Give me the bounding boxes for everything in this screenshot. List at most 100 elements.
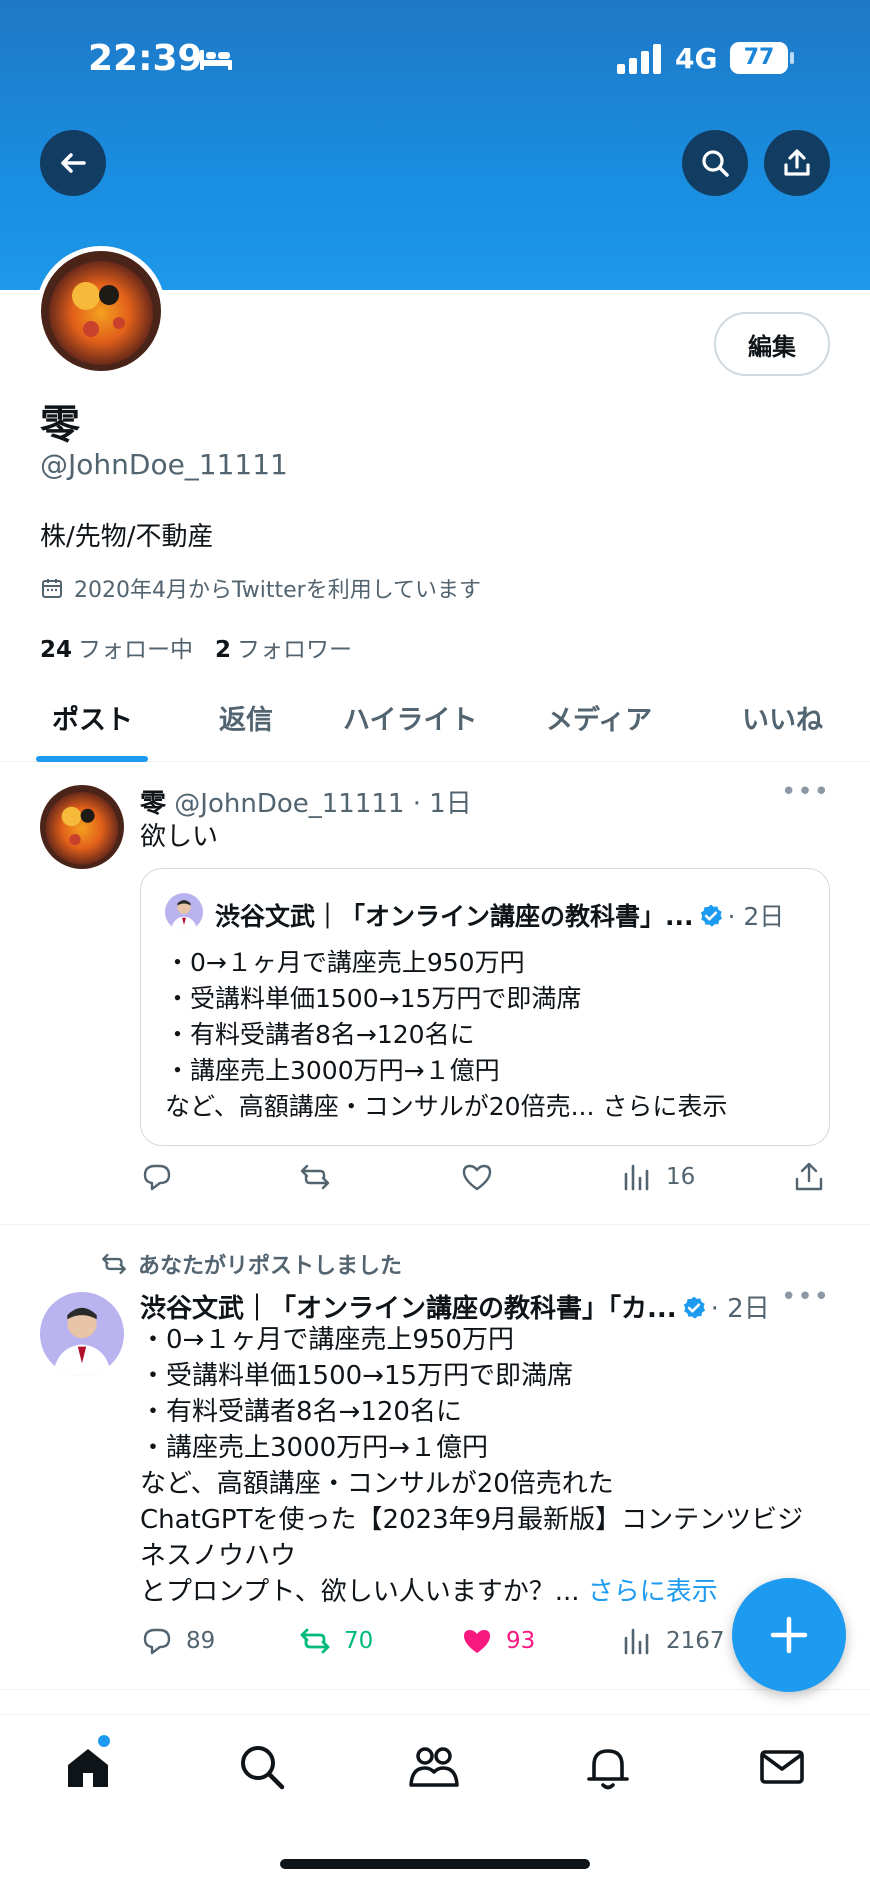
home-icon[interactable] (62, 1741, 114, 1793)
repost-icon (300, 1164, 330, 1190)
quoted-post-meta: · 2日 (727, 902, 785, 931)
views-count: 2167 (666, 1628, 725, 1654)
like-button[interactable] (460, 1160, 506, 1194)
profile-display-name: 零 (40, 402, 80, 448)
heart-filled-icon (464, 1630, 490, 1653)
post-meta: · 2日 (710, 1294, 770, 1324)
battery-nub (790, 52, 794, 64)
back-button[interactable] (40, 130, 106, 196)
more-options-icon[interactable]: ••• (781, 777, 830, 807)
profile-bio: 株/先物/不動産 (40, 522, 214, 552)
following-label: フォロー中 (78, 637, 194, 663)
repost-icon (102, 1253, 126, 1275)
new-content-indicator (98, 1735, 110, 1747)
show-more-link[interactable]: さらに表示 (588, 1577, 718, 1607)
battery-indicator: 77 (730, 42, 794, 74)
search-button[interactable] (682, 130, 748, 196)
views-button[interactable]: 2167 (620, 1624, 725, 1658)
tab-highlights[interactable]: ハイライト (343, 698, 477, 737)
quoted-post[interactable]: 渋谷文武｜「オンライン講座の教科書」... · 2日 ・0→１ヶ月で講座売上950… (140, 868, 830, 1146)
repost-icon (300, 1628, 330, 1654)
repost-button[interactable]: 70 (298, 1624, 373, 1658)
post-header: 渋谷文武｜「オンライン講座の教科書」「カ... · 2日 (140, 1288, 770, 1325)
active-tab-indicator (36, 756, 148, 762)
quoted-line: など、高額講座・コンサルが20倍売... さらに表示 (165, 1092, 728, 1121)
followers-link[interactable]: 2 フォロワー (215, 637, 352, 663)
views-chart-icon (624, 1628, 649, 1655)
reply-button[interactable] (140, 1160, 186, 1194)
arrow-left-icon (61, 153, 86, 173)
joined-date: 2020年4月からTwitterを利用しています (40, 572, 481, 604)
search-icon (702, 150, 729, 177)
quoted-post-header: 渋谷文武｜「オンライン講座の教科書」... · 2日 (215, 897, 784, 933)
post-line-last: とプロンプト、欲しい人いますか？... さらに表示 (140, 1574, 803, 1610)
search-icon[interactable] (236, 1741, 288, 1793)
food-photo-avatar (41, 251, 161, 371)
profile-avatar[interactable] (36, 246, 166, 376)
post-line: ・講座売上3000万円→１億円 (140, 1433, 488, 1463)
person-avatar (165, 893, 203, 931)
notifications-bell-icon[interactable] (582, 1741, 634, 1793)
tab-likes[interactable]: いいね (742, 698, 823, 737)
views-count: 16 (666, 1164, 696, 1190)
following-count: 24 (40, 637, 73, 663)
tab-replies[interactable]: 返信 (219, 698, 273, 737)
post-line: ・0→１ヶ月で講座売上950万円 (140, 1325, 514, 1355)
heart-icon (462, 1164, 492, 1191)
tab-posts[interactable]: ポスト (52, 698, 133, 737)
battery-level: 77 (730, 42, 788, 74)
quoted-line: ・受講料単価1500→15万円で即満席 (165, 984, 582, 1013)
cellular-signal-icon (617, 44, 661, 74)
calendar-icon (42, 579, 62, 598)
share-icon (784, 149, 810, 176)
post-line: ・有料受講者8名→120名に (140, 1397, 462, 1427)
reply-icon (143, 1164, 171, 1191)
quoted-author-avatar (165, 893, 203, 931)
share-button[interactable] (764, 130, 830, 196)
following-link[interactable]: 24 フォロー中 (40, 637, 193, 663)
quoted-line: ・0→１ヶ月で講座売上950万円 (165, 948, 525, 977)
followers-label: フォロワー (237, 637, 353, 663)
like-button[interactable]: 93 (460, 1624, 535, 1658)
repost-indicator: あなたがリポストしました (100, 1248, 402, 1280)
post-author-avatar[interactable] (40, 785, 124, 869)
reply-icon (143, 1628, 171, 1655)
post-actions: 16 (140, 1160, 830, 1204)
post-line: など、高額講座・コンサルが20倍売れた (140, 1469, 614, 1499)
quoted-author-name: 渋谷文武｜「オンライン講座の教科書」... (215, 902, 694, 931)
communities-icon[interactable] (408, 1741, 460, 1793)
repost-count: 70 (344, 1628, 374, 1654)
post-author-name[interactable]: 零 (140, 789, 166, 819)
verified-badge-icon (683, 1296, 705, 1319)
views-chart-icon (624, 1164, 649, 1191)
more-options-icon[interactable]: ••• (781, 1282, 830, 1312)
share-icon (795, 1162, 823, 1191)
compose-post-button[interactable] (732, 1578, 846, 1692)
post-author-avatar[interactable] (40, 1292, 124, 1376)
post-meta: @JohnDoe_11111 · 1日 (174, 789, 472, 819)
person-avatar (40, 1292, 124, 1376)
reply-button[interactable]: 89 (140, 1624, 215, 1658)
post-author-name[interactable]: 渋谷文武｜「オンライン講座の教科書」「カ... (140, 1294, 677, 1324)
verified-badge-icon (700, 904, 722, 927)
post-header: 零 @JohnDoe_11111 · 1日 (140, 783, 472, 820)
bottom-navigation (0, 1714, 870, 1885)
food-photo-avatar (40, 785, 124, 869)
edit-profile-button[interactable]: 編集 (714, 312, 830, 376)
status-time: 22:39 (88, 38, 203, 79)
views-button[interactable]: 16 (620, 1160, 695, 1194)
sleep-focus-icon (200, 50, 232, 70)
reply-count: 89 (186, 1628, 216, 1654)
post-text: 欲しい (140, 822, 219, 852)
share-post-button[interactable] (792, 1160, 826, 1194)
follow-stats: 24 フォロー中 2 フォロワー (40, 630, 352, 664)
followers-count: 2 (215, 637, 232, 663)
tab-media[interactable]: メディア (546, 698, 652, 737)
messages-envelope-icon[interactable] (756, 1741, 808, 1793)
post-line: ChatGPTを使った【2023年9月最新版】コンテンツビジ (140, 1505, 804, 1535)
network-type: 4G (675, 42, 718, 75)
joined-text: 2020年4月からTwitterを利用しています (74, 578, 482, 603)
post-line: とプロンプト、欲しい人いますか？... (140, 1577, 588, 1607)
quoted-line: ・有料受講者8名→120名に (165, 1020, 475, 1049)
repost-button[interactable] (298, 1160, 344, 1194)
